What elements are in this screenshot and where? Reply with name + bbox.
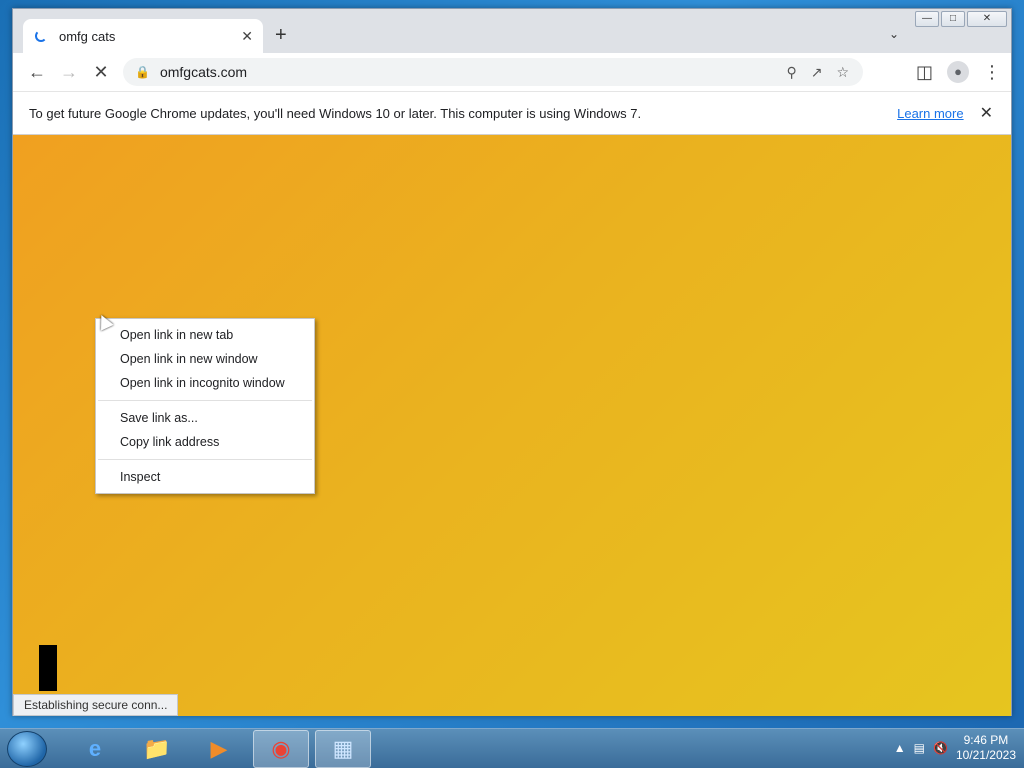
menu-divider bbox=[98, 400, 312, 401]
volume-muted-icon[interactable]: 🔇 bbox=[933, 741, 948, 755]
menu-kebab-icon[interactable]: ⋮ bbox=[983, 62, 1001, 83]
toolbar-right: ◫ ● ⋮ bbox=[916, 61, 1001, 83]
side-panel-icon[interactable]: ◫ bbox=[916, 62, 933, 83]
status-bubble: Establishing secure conn... bbox=[13, 694, 179, 716]
tab-omfg-cats[interactable]: omfg cats ✕ bbox=[23, 19, 263, 53]
infobar-close-icon[interactable]: ✕ bbox=[980, 103, 993, 123]
context-menu: Open link in new tab Open link in new wi… bbox=[95, 318, 315, 494]
share-icon[interactable]: ↗ bbox=[811, 64, 823, 81]
tab-strip: omfg cats ✕ + ⌄ bbox=[13, 9, 1011, 53]
menu-divider bbox=[98, 459, 312, 460]
ctx-inspect[interactable]: Inspect bbox=[96, 465, 314, 489]
control-panel-icon[interactable]: ▦ bbox=[315, 729, 371, 768]
back-button[interactable]: ← bbox=[21, 62, 53, 83]
infobar-message: To get future Google Chrome updates, you… bbox=[29, 105, 642, 121]
ctx-open-new-window[interactable]: Open link in new window bbox=[96, 347, 314, 371]
start-button[interactable] bbox=[7, 730, 47, 767]
media-player-icon[interactable]: ▶ bbox=[191, 730, 247, 768]
toolbar: ← → ✕ 🔒 omfgcats.com ⚲ ↗ ☆ ◫ ● ⋮ bbox=[13, 53, 1011, 91]
show-hidden-icons-icon[interactable]: ▲ bbox=[894, 741, 906, 755]
tab-search-chevron-icon[interactable]: ⌄ bbox=[889, 27, 899, 41]
file-explorer-icon[interactable]: 📁 bbox=[129, 730, 185, 768]
system-tray: ▲ ▤ 🔇 9:46 PM 10/21/2023 bbox=[894, 733, 1016, 763]
new-tab-button[interactable]: + bbox=[275, 24, 287, 47]
learn-more-link[interactable]: Learn more bbox=[897, 106, 963, 121]
taskbar: e 📁 ▶ ◉ ▦ ▲ ▤ 🔇 9:46 PM 10/21/2023 bbox=[0, 728, 1024, 768]
close-tab-icon[interactable]: ✕ bbox=[241, 28, 253, 45]
black-block bbox=[39, 645, 57, 691]
loading-spinner-icon bbox=[35, 30, 47, 42]
tab-title: omfg cats bbox=[59, 28, 116, 44]
clock-time: 9:46 PM bbox=[963, 733, 1009, 747]
ctx-open-new-tab[interactable]: Open link in new tab bbox=[96, 323, 314, 347]
search-icon[interactable]: ⚲ bbox=[786, 64, 796, 81]
update-infobar: To get future Google Chrome updates, you… bbox=[13, 91, 1011, 135]
ctx-copy-link[interactable]: Copy link address bbox=[96, 430, 314, 454]
internet-explorer-icon[interactable]: e bbox=[67, 730, 123, 768]
bookmark-star-icon[interactable]: ☆ bbox=[836, 64, 849, 81]
stop-loading-button[interactable]: ✕ bbox=[85, 62, 117, 83]
ctx-save-link[interactable]: Save link as... bbox=[96, 406, 314, 430]
url-text[interactable]: omfgcats.com bbox=[160, 64, 786, 80]
clock-date: 10/21/2023 bbox=[955, 748, 1016, 762]
address-bar[interactable]: 🔒 omfgcats.com ⚲ ↗ ☆ bbox=[123, 58, 863, 86]
ctx-open-incognito[interactable]: Open link in incognito window bbox=[96, 371, 314, 395]
lock-icon[interactable]: 🔒 bbox=[135, 65, 150, 79]
profile-avatar[interactable]: ● bbox=[947, 61, 969, 83]
clock[interactable]: 9:46 PM 10/21/2023 bbox=[956, 733, 1016, 763]
forward-button[interactable]: → bbox=[53, 62, 85, 83]
network-icon[interactable]: ▤ bbox=[914, 741, 925, 755]
chrome-icon[interactable]: ◉ bbox=[253, 729, 309, 768]
